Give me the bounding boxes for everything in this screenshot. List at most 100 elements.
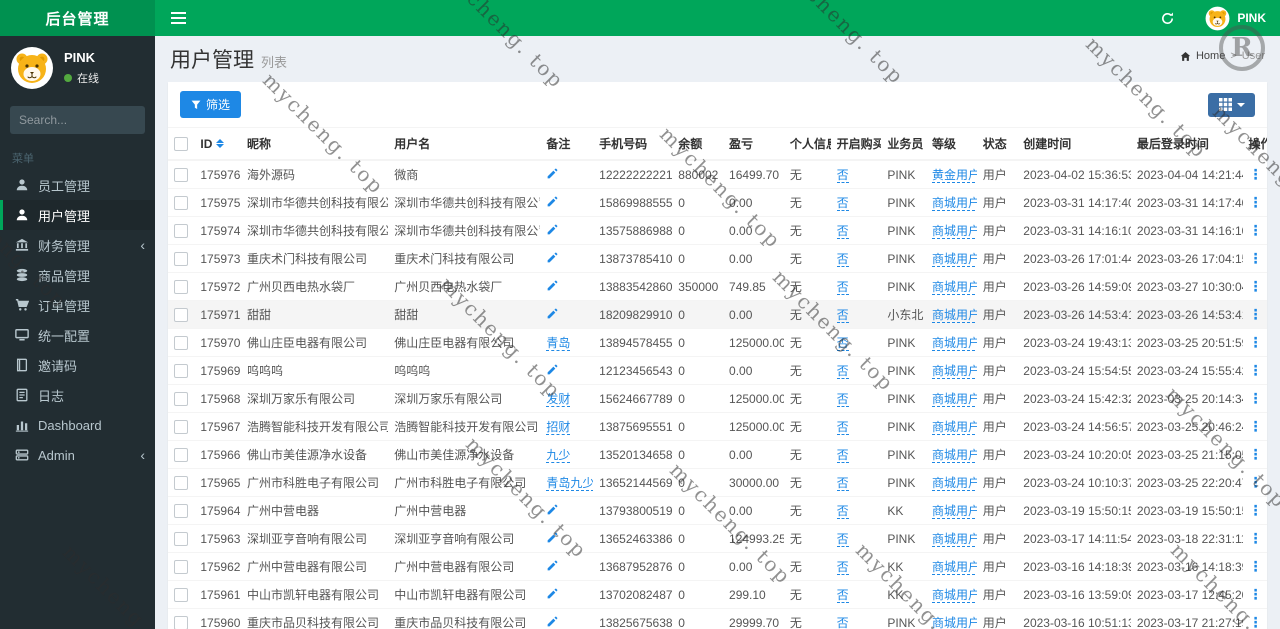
breadcrumb-home-link[interactable]: Home [1196,50,1225,62]
purchase-toggle-link[interactable]: 否 [836,364,849,379]
row-actions-button[interactable]: ⋮ [1249,530,1263,546]
row-checkbox[interactable] [174,587,188,602]
edit-remark-button[interactable] [546,167,559,180]
purchase-toggle-link[interactable]: 否 [836,588,849,603]
row-checkbox[interactable] [174,223,188,238]
filter-button[interactable]: 筛选 [180,91,242,118]
edit-remark-button[interactable] [546,559,559,572]
sort-icon[interactable] [216,139,225,148]
row-actions-button[interactable]: ⋮ [1249,418,1263,434]
remark-link[interactable]: 九少 [546,448,571,463]
purchase-toggle-link[interactable]: 否 [836,504,849,519]
row-actions-button[interactable]: ⋮ [1249,250,1263,266]
edit-remark-button[interactable] [546,363,559,376]
level-link[interactable]: 商城用户 [931,504,977,519]
sidebar-item-finance[interactable]: 财务管理 ‹ [0,230,155,260]
level-link[interactable]: 商城用户 [931,392,977,407]
row-checkbox[interactable] [174,335,188,350]
edit-remark-button[interactable] [546,531,559,544]
row-actions-button[interactable]: ⋮ [1249,222,1263,238]
row-actions-button[interactable]: ⋮ [1249,558,1263,574]
edit-remark-button[interactable] [546,503,559,516]
purchase-toggle-link[interactable]: 否 [836,560,849,575]
row-checkbox[interactable] [174,531,188,546]
level-link[interactable]: 商城用户 [931,420,977,435]
purchase-toggle-link[interactable]: 否 [836,476,849,491]
purchase-toggle-link[interactable]: 否 [836,252,849,267]
row-checkbox[interactable] [174,559,188,574]
purchase-toggle-link[interactable]: 否 [836,420,849,435]
row-actions-button[interactable]: ⋮ [1249,278,1263,294]
sidebar-item-log[interactable]: 日志 [0,380,155,410]
row-actions-button[interactable]: ⋮ [1249,474,1263,490]
edit-remark-button[interactable] [546,587,559,600]
columns-dropdown-button[interactable] [1208,92,1255,117]
edit-remark-button[interactable] [546,279,559,292]
row-actions-button[interactable]: ⋮ [1249,334,1263,350]
edit-remark-button[interactable] [546,615,559,628]
row-actions-button[interactable]: ⋮ [1249,362,1263,378]
edit-remark-button[interactable] [546,223,559,236]
row-checkbox[interactable] [174,475,188,490]
row-actions-button[interactable]: ⋮ [1249,166,1263,182]
purchase-toggle-link[interactable]: 否 [836,336,849,351]
row-actions-button[interactable]: ⋮ [1249,446,1263,462]
sidebar-item-config[interactable]: 统一配置 [0,320,155,350]
row-checkbox[interactable] [174,615,188,629]
sidebar-item-invite[interactable]: 邀请码 [0,350,155,380]
level-link[interactable]: 黄金用户 [931,168,977,183]
level-link[interactable]: 商城用户 [931,336,977,351]
row-checkbox[interactable] [174,419,188,434]
purchase-toggle-link[interactable]: 否 [836,392,849,407]
level-link[interactable]: 商城用户 [931,280,977,295]
purchase-toggle-link[interactable]: 否 [836,308,849,323]
row-actions-button[interactable]: ⋮ [1249,614,1263,629]
level-link[interactable]: 商城用户 [931,616,977,629]
sidebar-item-users[interactable]: 用户管理 [0,200,155,230]
row-checkbox[interactable] [174,307,188,322]
row-checkbox[interactable] [174,391,188,406]
app-logo[interactable]: 后台管理 [0,0,155,36]
row-actions-button[interactable]: ⋮ [1249,194,1263,210]
sidebar-item-goods[interactable]: 商品管理 [0,260,155,290]
edit-remark-button[interactable] [546,195,559,208]
purchase-toggle-link[interactable]: 否 [836,448,849,463]
sidebar-item-staff[interactable]: 员工管理 [0,170,155,200]
level-link[interactable]: 商城用户 [931,308,977,323]
sidebar-toggle-button[interactable] [155,0,202,36]
level-link[interactable]: 商城用户 [931,588,977,603]
row-actions-button[interactable]: ⋮ [1249,390,1263,406]
level-link[interactable]: 商城用户 [931,448,977,463]
purchase-toggle-link[interactable]: 否 [836,280,849,295]
refresh-button[interactable] [1144,0,1191,36]
row-actions-button[interactable]: ⋮ [1249,306,1263,322]
row-checkbox[interactable] [174,363,188,378]
level-link[interactable]: 商城用户 [931,560,977,575]
row-actions-button[interactable]: ⋮ [1249,502,1263,518]
row-checkbox[interactable] [174,447,188,462]
row-checkbox[interactable] [174,251,188,266]
level-link[interactable]: 商城用户 [931,252,977,267]
level-link[interactable]: 商城用户 [931,532,977,547]
purchase-toggle-link[interactable]: 否 [836,224,849,239]
purchase-toggle-link[interactable]: 否 [836,616,849,629]
row-checkbox[interactable] [174,279,188,294]
purchase-toggle-link[interactable]: 否 [836,168,849,183]
remark-link[interactable]: 招财 [546,420,571,435]
select-all-checkbox[interactable] [174,136,188,151]
sidebar-item-dashboard[interactable]: Dashboard [0,410,155,440]
level-link[interactable]: 商城用户 [931,224,977,239]
level-link[interactable]: 商城用户 [931,476,977,491]
remark-link[interactable]: 青岛九少 [546,476,594,491]
sidebar-item-orders[interactable]: 订单管理 [0,290,155,320]
row-checkbox[interactable] [174,167,188,182]
user-menu[interactable]: PINK [1191,0,1280,36]
remark-link[interactable]: 青岛 [546,336,571,351]
level-link[interactable]: 商城用户 [931,196,977,211]
purchase-toggle-link[interactable]: 否 [836,532,849,547]
purchase-toggle-link[interactable]: 否 [836,196,849,211]
edit-remark-button[interactable] [546,251,559,264]
column-header-id[interactable]: ID [194,128,242,161]
edit-remark-button[interactable] [546,307,559,320]
level-link[interactable]: 商城用户 [931,364,977,379]
